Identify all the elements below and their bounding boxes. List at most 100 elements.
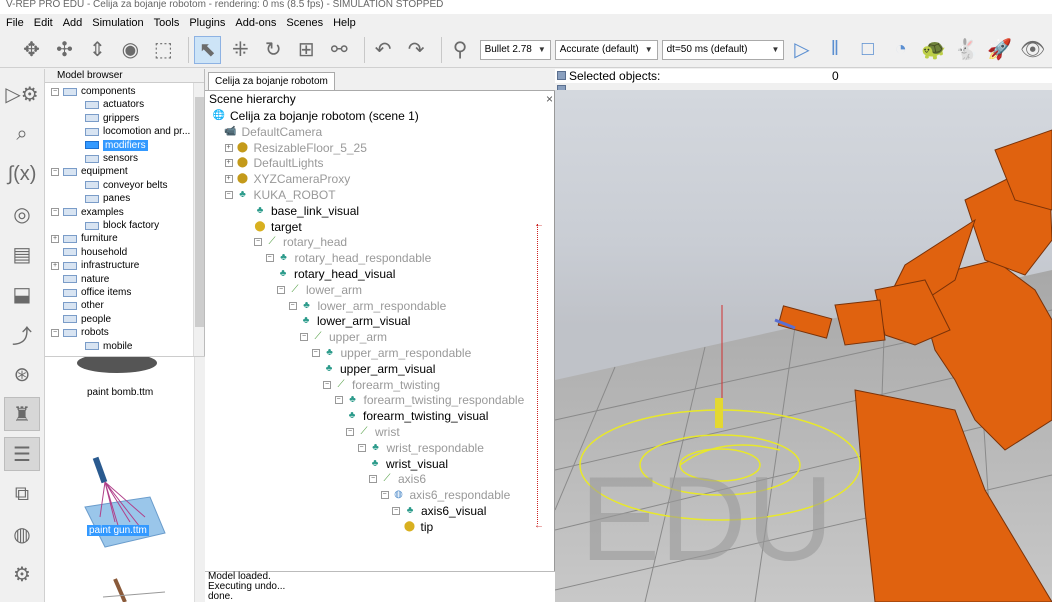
model-thumbnails[interactable]: paint bomb.ttm paint gun.ttm <box>45 356 205 602</box>
accuracy-select[interactable]: Accurate (default) ▼ <box>554 39 658 60</box>
expand-icon[interactable]: + <box>224 159 233 168</box>
timestep-select[interactable]: dt=50 ms (default) ▼ <box>661 39 785 60</box>
menu-item-edit[interactable]: Edit <box>34 17 53 29</box>
model-folder-item[interactable]: sensors <box>85 153 138 164</box>
hierarchy-item[interactable]: − ⟋ lower_arm <box>277 283 362 297</box>
model-folder-item[interactable]: − examples <box>51 207 124 218</box>
model-folder-item[interactable]: + furniture <box>51 233 118 244</box>
hierarchy-item[interactable]: − ⟋ wrist <box>346 425 400 439</box>
thumbnail-label[interactable]: paint bomb.ttm <box>87 387 153 398</box>
expand-icon[interactable]: + <box>224 143 233 152</box>
camera-shift-icon[interactable]: ⇕ <box>84 36 111 64</box>
collapse-icon[interactable]: − <box>323 380 331 389</box>
transfer-dna-icon[interactable]: ⚯ <box>326 36 353 64</box>
hierarchy-item[interactable]: − ⟋ rotary_head <box>254 235 347 249</box>
object-rotate-icon[interactable]: ↻ <box>260 36 287 64</box>
assemble-icon[interactable]: ⊞ <box>293 36 320 64</box>
hierarchy-item[interactable]: + ⬤ XYZCameraProxy <box>224 172 350 186</box>
slower-icon[interactable]: 🐢 <box>920 36 947 64</box>
dynamics-engine-icon[interactable]: ⚲ <box>447 36 474 64</box>
expand-icon[interactable]: + <box>224 175 233 184</box>
path-icon[interactable]: ⤴ <box>4 317 40 351</box>
hierarchy-item[interactable]: − ♣ axis6_visual <box>392 504 486 518</box>
scrollbar[interactable] <box>193 83 204 356</box>
hierarchy-item[interactable]: ♣ lower_arm_visual <box>300 314 411 328</box>
collapse-icon[interactable]: − <box>51 167 59 176</box>
menu-item-simulation[interactable]: Simulation <box>92 17 143 29</box>
model-folder-item[interactable]: locomotion and pr... <box>85 126 190 137</box>
click-select-icon[interactable]: ⬉ <box>193 35 221 64</box>
engine-select[interactable]: Bullet 2.78 ▼ <box>479 39 551 60</box>
menu-item-plugins[interactable]: Plugins <box>189 17 225 29</box>
model-folder-item[interactable]: people <box>51 314 111 325</box>
camera-rotate-icon[interactable]: ✣ <box>51 36 78 64</box>
collapse-icon[interactable]: − <box>334 396 343 405</box>
script-icon[interactable]: ∫(x) <box>4 157 40 191</box>
hierarchy-item[interactable]: 🌐 Celija za bojanje robotom (scene 1) <box>213 109 419 123</box>
play-icon[interactable]: ▷ <box>788 36 815 64</box>
collapse-icon[interactable]: − <box>357 443 366 452</box>
menu-item-addons[interactable]: Add-ons <box>235 17 276 29</box>
hierarchy-item[interactable]: − ♣ rotary_head_respondable <box>265 251 431 265</box>
collapse-icon[interactable]: − <box>254 238 262 247</box>
collapse-icon[interactable]: − <box>380 491 389 500</box>
hierarchy-item[interactable]: + ⬤ ResizableFloor_5_25 <box>224 141 367 155</box>
collapse-icon[interactable]: − <box>346 428 354 436</box>
model-folder-item[interactable]: grippers <box>85 113 139 124</box>
hierarchy-item[interactable]: − ◍ axis6_respondable <box>380 488 510 502</box>
scene-render[interactable]: EDU <box>555 90 1052 602</box>
collapse-icon[interactable]: − <box>392 507 400 515</box>
camera-angle-icon[interactable]: ◉ <box>117 36 144 64</box>
shape-edit-icon[interactable]: ◎ <box>4 197 40 231</box>
view-selector-icon[interactable]: ◍ <box>4 517 40 551</box>
expand-icon[interactable]: + <box>51 261 59 270</box>
close-icon[interactable]: × <box>546 92 553 106</box>
hierarchy-item[interactable]: − ♣ lower_arm_respondable <box>288 299 446 313</box>
scene-hierarchy-toggle-icon[interactable]: ☰ <box>4 437 40 471</box>
model-folder-item[interactable]: modifiers <box>85 139 148 151</box>
hierarchy-item[interactable]: + ⬤ DefaultLights <box>224 156 324 170</box>
visualization-toggle-icon[interactable]: 👁 <box>1019 36 1046 64</box>
collapse-icon[interactable]: − <box>51 208 59 217</box>
model-folder-item[interactable]: nature <box>51 274 109 285</box>
hierarchy-item[interactable]: ♣ upper_arm_visual <box>323 362 436 376</box>
realtime-icon[interactable]: ◔ <box>887 36 914 64</box>
stop-icon[interactable]: □ <box>854 36 881 64</box>
menu-item-add[interactable]: Add <box>63 17 83 29</box>
fit-to-view-icon[interactable]: ⬚ <box>150 36 177 64</box>
menu-item-tools[interactable]: Tools <box>154 17 180 29</box>
object-shift-icon[interactable]: ⁜ <box>227 36 254 64</box>
hierarchy-item[interactable]: − ♣ wrist_respondable <box>357 441 484 455</box>
collapse-icon[interactable]: − <box>288 301 297 310</box>
menu-item-help[interactable]: Help <box>333 17 356 29</box>
faster-icon[interactable]: 🐇 <box>953 36 980 64</box>
tab-scene[interactable]: Celija za bojanje robotom <box>208 72 335 90</box>
page-selector-icon[interactable]: ⧉ <box>4 477 40 511</box>
model-folder-item[interactable]: conveyor belts <box>85 180 167 191</box>
simulation-settings-icon[interactable]: ▷⚙ <box>4 77 40 111</box>
model-folder-item[interactable]: − equipment <box>51 166 128 177</box>
model-folder-item[interactable]: + infrastructure <box>51 260 139 271</box>
model-folder-item[interactable]: − robots <box>51 327 109 338</box>
hierarchy-item[interactable]: − ⟋ upper_arm <box>300 330 387 344</box>
collapse-icon[interactable]: − <box>265 254 274 263</box>
threaded-rendering-icon[interactable]: 🚀 <box>986 36 1013 64</box>
user-settings-icon[interactable]: ⚙ <box>4 557 40 591</box>
search-icon[interactable]: ⌕ <box>4 117 40 151</box>
expand-icon[interactable]: + <box>51 234 59 243</box>
model-folder-tree[interactable]: − components actuators grippers locomotion a… <box>45 83 204 356</box>
layers-icon[interactable]: ▤ <box>4 237 40 271</box>
model-folder-item[interactable]: block factory <box>85 220 159 231</box>
model-folder-item[interactable]: office items <box>51 287 131 298</box>
scrollbar-thumb[interactable] <box>195 97 204 327</box>
3d-viewport[interactable]: EDU <box>555 90 1052 602</box>
collapse-icon[interactable]: − <box>51 328 59 337</box>
hierarchy-item[interactable]: ♣ base_link_visual <box>254 204 359 218</box>
collapse-icon[interactable]: − <box>224 191 233 199</box>
hierarchy-item[interactable]: ⬤ target <box>254 220 301 234</box>
model-folder-item[interactable]: − components <box>51 86 135 97</box>
camera-pan-icon[interactable]: ✥ <box>18 36 45 64</box>
pause-icon[interactable]: ‖ <box>821 36 848 64</box>
hierarchy-item[interactable]: 📹 DefaultCamera <box>224 125 322 139</box>
model-folder-item[interactable]: other <box>51 300 104 311</box>
